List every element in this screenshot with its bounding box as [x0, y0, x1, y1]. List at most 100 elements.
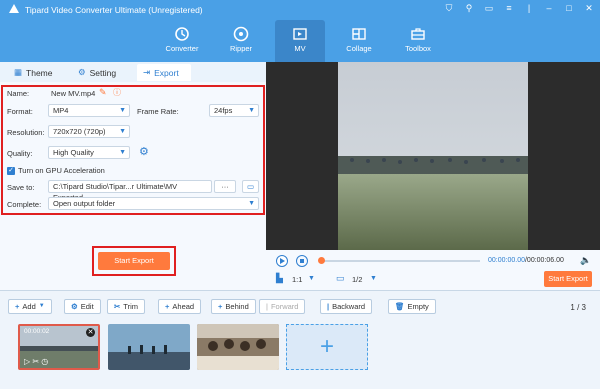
- menu-icon[interactable]: ≡: [504, 3, 514, 14]
- browse-more-button[interactable]: ···: [214, 180, 236, 193]
- chevron-down-icon[interactable]: ▼: [370, 275, 377, 282]
- window-controls: ⛉ ⚲ ▭ ≡ | – □ ✕: [444, 3, 594, 14]
- clip-thumbnail-3[interactable]: [197, 324, 279, 370]
- clip-thumbnail-1[interactable]: 00:00:02 ✕ ▷ ✂ ◷: [18, 324, 100, 370]
- tab-theme[interactable]: ▦ Theme: [8, 64, 59, 81]
- play-button[interactable]: [276, 255, 288, 267]
- nav-mv[interactable]: MV: [275, 20, 325, 62]
- gpu-checkbox[interactable]: ✓: [7, 166, 15, 175]
- nav-ripper[interactable]: Ripper: [216, 20, 266, 62]
- folder-icon[interactable]: ▭: [242, 180, 259, 193]
- save-path-field[interactable]: C:\Tipard Studio\Tipar...r Ultimate\MV E…: [48, 180, 212, 202]
- edit-name-icon[interactable]: ✎: [99, 87, 107, 98]
- more-label: ···: [221, 182, 229, 191]
- plus-icon: +: [15, 302, 20, 311]
- quality-select[interactable]: High Quality ▼: [48, 146, 130, 159]
- nav-toolbox-label: Toolbox: [405, 44, 431, 53]
- tab-setting[interactable]: ⚙ Setting: [72, 64, 122, 81]
- cart-icon[interactable]: ⛉: [444, 3, 454, 14]
- collage-icon: [352, 28, 366, 40]
- chevron-down-icon: ▼: [119, 149, 126, 156]
- complete-select[interactable]: Open output folder ▼: [48, 197, 259, 210]
- nav-converter-label: Converter: [165, 44, 199, 53]
- resolution-select[interactable]: 720x720 (720p) ▼: [48, 125, 130, 138]
- backward-icon: |: [327, 302, 330, 311]
- disc-icon: [233, 26, 249, 42]
- forward-icon: |: [266, 302, 268, 311]
- chevron-down-icon: ▼: [248, 107, 255, 114]
- save-to-label: Save to:: [7, 183, 35, 192]
- app-logo-icon: [9, 4, 19, 13]
- frame-rate-select[interactable]: 24fps ▼: [209, 104, 259, 117]
- nav-toolbox[interactable]: Toolbox: [393, 20, 443, 62]
- chevron-down-icon: ▼: [119, 107, 126, 114]
- minimize-button[interactable]: –: [544, 3, 554, 14]
- converter-icon: [175, 27, 189, 41]
- empty-button[interactable]: 🗑 Empty: [388, 299, 436, 314]
- theme-icon: ▦: [14, 67, 23, 77]
- stop-icon: [300, 259, 304, 263]
- plus-icon: +: [165, 302, 170, 311]
- format-select[interactable]: MP4 ▼: [48, 104, 130, 117]
- nav-collage-label: Collage: [346, 44, 372, 53]
- format-value: MP4: [53, 106, 69, 115]
- ahead-label: Ahead: [172, 302, 195, 311]
- monitor-icon: ▭: [336, 273, 345, 283]
- add-button[interactable]: + Add ▼: [8, 299, 52, 314]
- stop-button[interactable]: [296, 255, 308, 267]
- gear-icon: ⚙: [78, 67, 86, 77]
- timeline-track[interactable]: [320, 260, 480, 262]
- clip-thumbnail-2[interactable]: [108, 324, 190, 370]
- trim-label: Trim: [123, 302, 139, 311]
- edit-button[interactable]: ⚙ Edit: [64, 299, 101, 314]
- toolbox-icon: [411, 28, 425, 40]
- page-value[interactable]: 1/2: [352, 275, 362, 284]
- info-icon[interactable]: ⓘ: [113, 87, 121, 98]
- mv-icon: [293, 28, 307, 40]
- preview-frame: [338, 62, 528, 250]
- chat-icon[interactable]: ▭: [484, 3, 494, 14]
- remove-clip-icon[interactable]: ✕: [86, 328, 95, 337]
- top-bar: Tipard Video Converter Ultimate (Unregis…: [0, 0, 600, 62]
- backward-label: Backward: [332, 302, 366, 311]
- aspect-ratio-icon: ▙: [276, 273, 283, 283]
- nav-collage[interactable]: Collage: [334, 20, 384, 62]
- maximize-button[interactable]: □: [564, 3, 574, 14]
- tab-export[interactable]: ⇥ Export: [137, 64, 191, 81]
- play-icon: [280, 258, 285, 264]
- volume-icon[interactable]: 🔈: [580, 255, 591, 266]
- player-controls: 00:00:00.00/00:00:06.00 🔈 ▙ 1:1 ▼ ▭ 1/2 …: [266, 250, 600, 290]
- preview-start-export-button[interactable]: Start Export: [544, 271, 592, 287]
- main-nav: Converter Ripper MV Collage Toolbox: [0, 20, 600, 62]
- time-display: 00:00:00.00/00:00:06.00: [488, 257, 564, 264]
- aspect-ratio-value[interactable]: 1:1: [292, 275, 302, 284]
- clip-tools[interactable]: ▷ ✂ ◷: [24, 357, 48, 366]
- behind-label: Behind: [225, 302, 249, 311]
- panel-tabs: ▦ Theme ⚙ Setting ⇥ Export: [0, 62, 266, 82]
- time-current: 00:00:00.00: [488, 257, 525, 264]
- chevron-down-icon: ▼: [119, 128, 126, 135]
- tab-setting-label: Setting: [89, 67, 117, 78]
- chevron-down-icon[interactable]: ▼: [308, 275, 315, 282]
- add-clip-tile[interactable]: +: [286, 324, 368, 370]
- edit-icon: ⚙: [71, 302, 78, 311]
- trim-button[interactable]: ✂ Trim: [107, 299, 146, 314]
- chevron-down-icon: ▼: [248, 200, 255, 207]
- timeline-handle[interactable]: [318, 257, 325, 264]
- nav-converter[interactable]: Converter: [157, 20, 207, 62]
- ahead-button[interactable]: + Ahead: [158, 299, 202, 314]
- close-button[interactable]: ✕: [584, 3, 594, 14]
- user-icon[interactable]: ⚲: [464, 3, 474, 14]
- frame-rate-value: 24fps: [214, 106, 233, 115]
- behind-button[interactable]: + Behind: [211, 299, 256, 314]
- forward-button[interactable]: | Forward: [259, 299, 306, 314]
- quality-value: High Quality: [53, 148, 94, 157]
- gpu-checkbox-row[interactable]: ✓ Turn on GPU Acceleration: [7, 166, 105, 175]
- backward-button[interactable]: | Backward: [320, 299, 373, 314]
- complete-value: Open output folder: [53, 199, 116, 208]
- start-export-button[interactable]: Start Export: [98, 252, 170, 270]
- resolution-label: Resolution:: [7, 128, 45, 137]
- forward-label: Forward: [270, 302, 299, 311]
- gear-icon[interactable]: ⚙: [139, 145, 149, 158]
- nav-mv-label: MV: [294, 44, 306, 53]
